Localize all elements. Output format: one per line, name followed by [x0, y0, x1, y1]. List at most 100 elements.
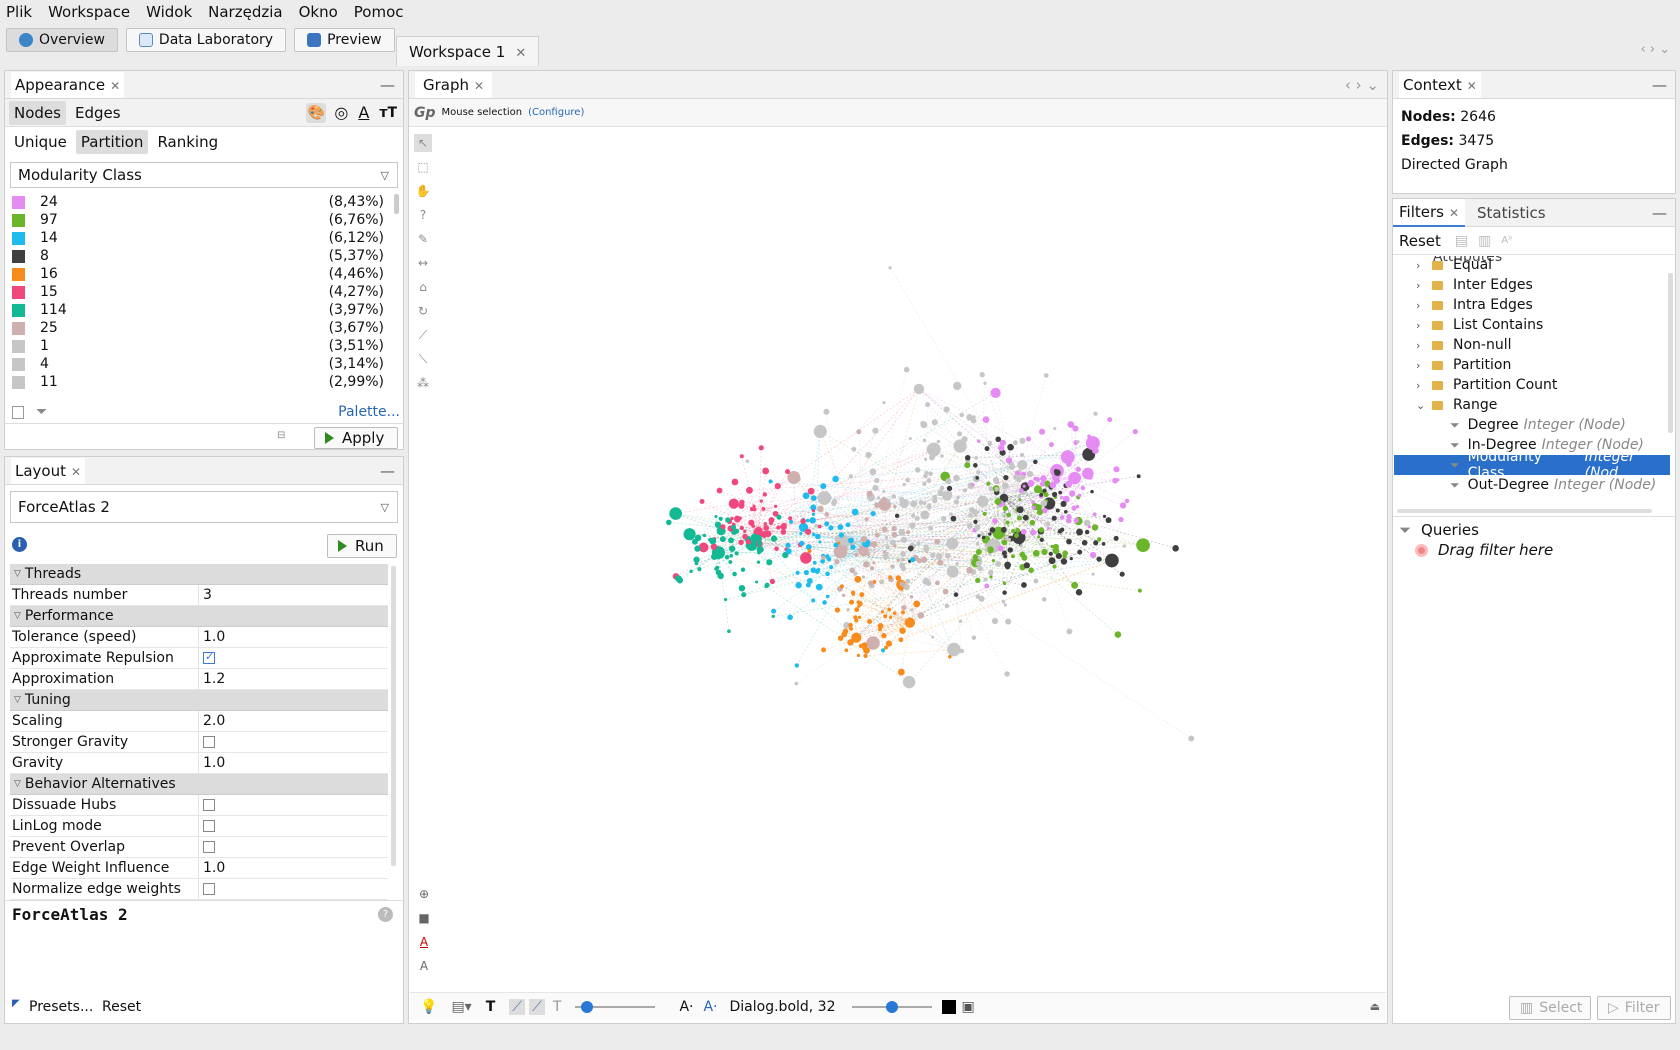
color-swatch[interactable] — [12, 231, 25, 245]
graph-node[interactable] — [1027, 479, 1035, 487]
graph-node[interactable] — [1069, 490, 1076, 497]
property-value[interactable]: 3 — [203, 587, 212, 603]
filter-item[interactable]: ⏷ Degree Integer (Node) — [1394, 415, 1670, 435]
graph-node[interactable] — [817, 505, 824, 513]
graph-node[interactable] — [988, 442, 992, 447]
property-checkbox[interactable] — [203, 650, 215, 664]
graph-node[interactable] — [1060, 527, 1065, 532]
painter-icon[interactable]: ✎ — [414, 230, 432, 248]
graph-node[interactable] — [828, 525, 834, 531]
graph-node[interactable] — [1026, 470, 1034, 478]
graph-node[interactable] — [922, 577, 930, 585]
property-group[interactable]: ▽ Threads — [10, 564, 388, 585]
graph-node[interactable] — [1002, 581, 1007, 586]
graph-node[interactable] — [763, 522, 767, 526]
graph-node[interactable] — [959, 648, 965, 654]
color-swatch[interactable] — [12, 375, 25, 389]
graph-node[interactable] — [854, 607, 860, 613]
label-size-icon[interactable]: тT — [379, 105, 397, 121]
graph-node[interactable] — [1013, 474, 1019, 480]
graph-node[interactable] — [807, 548, 812, 554]
graph-node[interactable] — [909, 522, 916, 529]
graph-node[interactable] — [1006, 512, 1012, 518]
chevron-right-icon[interactable]: › — [1416, 279, 1430, 292]
graph-node[interactable] — [1172, 545, 1179, 552]
graph-node[interactable] — [974, 455, 979, 460]
graph-node[interactable] — [1093, 411, 1098, 416]
graph-node[interactable] — [739, 454, 744, 459]
graph-node[interactable] — [860, 535, 868, 543]
graph-node[interactable] — [719, 536, 726, 543]
graph-node[interactable] — [900, 551, 906, 557]
preview-button[interactable]: Preview — [294, 28, 395, 52]
chevron-down-icon[interactable]: ▽ — [14, 611, 21, 621]
graph-node[interactable] — [861, 642, 868, 649]
close-icon[interactable]: ✕ — [110, 79, 120, 93]
graph-node[interactable] — [727, 629, 731, 634]
graph-node[interactable] — [829, 565, 834, 570]
graph-node[interactable] — [884, 535, 889, 540]
apply-button[interactable]: Apply — [314, 427, 398, 449]
graph-node[interactable] — [803, 569, 809, 576]
graph-node[interactable] — [885, 545, 890, 550]
graph-node[interactable] — [992, 476, 1000, 484]
graph-node[interactable] — [1002, 482, 1009, 490]
graph-node[interactable] — [1025, 436, 1032, 442]
graph-node[interactable] — [891, 494, 896, 499]
graph-node[interactable] — [731, 478, 739, 486]
color-swatch[interactable] — [12, 321, 25, 335]
graph-node[interactable] — [1020, 528, 1027, 535]
minimize-icon[interactable]: — — [380, 76, 395, 94]
graph-node[interactable] — [976, 470, 981, 475]
filter-category[interactable]: › Equal — [1394, 255, 1670, 275]
graph-node[interactable] — [909, 595, 914, 599]
graph-node[interactable] — [748, 519, 755, 526]
filter-category[interactable]: › List Contains — [1394, 315, 1670, 335]
graph-node[interactable] — [1014, 533, 1019, 538]
graph-node[interactable] — [974, 524, 981, 531]
graph-node[interactable] — [898, 637, 904, 643]
graph-node[interactable] — [971, 482, 975, 487]
graph-node[interactable] — [842, 593, 846, 597]
graph-node[interactable] — [881, 526, 888, 533]
graph-node[interactable] — [1039, 428, 1046, 435]
copy-icon[interactable] — [12, 405, 24, 419]
graph-node[interactable] — [753, 529, 758, 534]
graph-node[interactable] — [844, 648, 849, 653]
graph-node[interactable] — [1101, 541, 1106, 546]
graph-node[interactable] — [743, 529, 747, 533]
graph-node[interactable] — [983, 381, 987, 385]
graph-node[interactable] — [768, 517, 775, 524]
graph-node[interactable] — [1046, 527, 1050, 531]
property-row[interactable]: Edge Weight Influence 1.0 — [10, 858, 388, 879]
graph-node[interactable] — [728, 537, 735, 544]
graph-node[interactable] — [799, 540, 805, 546]
graph-node[interactable] — [882, 496, 886, 500]
graph-node[interactable] — [812, 532, 816, 537]
graph-node[interactable] — [1053, 477, 1061, 484]
graph-node[interactable] — [666, 519, 672, 526]
graph-node[interactable] — [966, 523, 973, 529]
node-pencil-icon[interactable]: ⟍ — [414, 350, 432, 368]
info-icon[interactable]: i — [12, 537, 27, 552]
graph-node[interactable] — [882, 401, 886, 405]
graph-node[interactable] — [897, 668, 905, 676]
overview-button[interactable]: Overview — [6, 28, 118, 52]
property-row[interactable]: Dissuade Hubs — [10, 795, 388, 816]
graph-node[interactable] — [975, 560, 982, 567]
graph-node[interactable] — [959, 445, 966, 452]
size-icon[interactable]: ◎ — [334, 103, 348, 122]
graph-node[interactable] — [926, 445, 933, 452]
color-swatch[interactable] — [12, 285, 25, 299]
graph-node[interactable] — [945, 492, 952, 499]
graph-node[interactable] — [1137, 588, 1142, 593]
graph-node[interactable] — [979, 372, 985, 378]
graph-node[interactable] — [944, 552, 951, 559]
graph-node[interactable] — [785, 542, 791, 548]
save-filter-icon[interactable]: ▤ — [1455, 233, 1468, 249]
graph-node[interactable] — [976, 439, 981, 443]
partition-tab[interactable]: Partition — [75, 130, 149, 154]
graph-node[interactable] — [920, 421, 928, 429]
graph-node[interactable] — [1043, 373, 1049, 378]
graph-node[interactable] — [1105, 517, 1112, 524]
